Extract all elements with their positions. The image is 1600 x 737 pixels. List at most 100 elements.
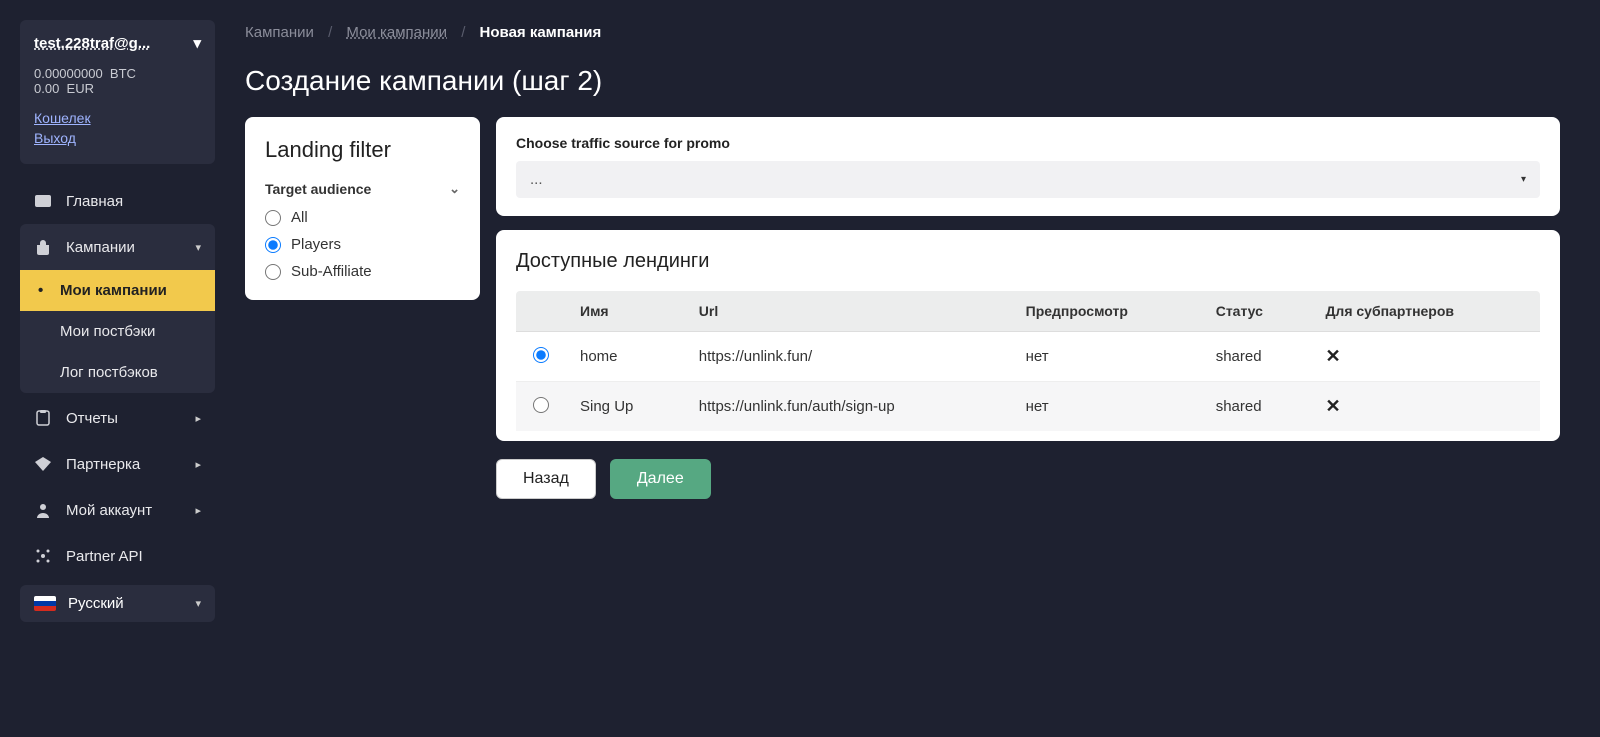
balance-cur-eur: EUR bbox=[67, 81, 94, 96]
nav: Главная Кампании ▾ Мои кампании Мои пост… bbox=[20, 178, 215, 622]
next-button[interactable]: Далее bbox=[610, 459, 711, 499]
audience-radio-group: All Players Sub-Affiliate bbox=[265, 209, 460, 280]
target-audience-toggle[interactable]: Target audience ⌄ bbox=[265, 181, 460, 197]
api-icon bbox=[34, 547, 52, 565]
nav-my-campaigns-label: Мои кампании bbox=[60, 282, 167, 299]
col-select bbox=[516, 291, 566, 332]
balance-amount-eur: 0.00 bbox=[34, 81, 59, 96]
breadcrumb: Кампании / Мои кампании / Новая кампания bbox=[245, 24, 1560, 41]
sidebar: test.228traf@g... ▾ 0.00000000 BTC 0.00 … bbox=[0, 0, 225, 737]
landing-preview: нет bbox=[1012, 382, 1202, 432]
audience-players[interactable]: Players bbox=[265, 236, 460, 253]
chevron-down-icon: ▾ bbox=[193, 34, 201, 52]
user-email: test.228traf@g... bbox=[34, 35, 150, 52]
landing-preview: нет bbox=[1012, 332, 1202, 382]
nav-my-campaigns[interactable]: Мои кампании bbox=[20, 270, 215, 311]
chevron-right-icon: ▸ bbox=[195, 458, 201, 471]
table-row[interactable]: Sing Up https://unlink.fun/auth/sign-up … bbox=[516, 382, 1540, 432]
bag-icon bbox=[34, 238, 52, 256]
wizard-buttons: Назад Далее bbox=[496, 459, 1560, 499]
audience-all-radio[interactable] bbox=[265, 210, 281, 226]
nav-my-postbacks[interactable]: Мои постбэки bbox=[20, 311, 215, 352]
breadcrumb-sep: / bbox=[461, 24, 465, 41]
landing-select-radio[interactable] bbox=[533, 347, 549, 363]
nav-partner[interactable]: Партнерка ▸ bbox=[20, 441, 215, 487]
user-dropdown[interactable]: test.228traf@g... ▾ bbox=[34, 34, 201, 52]
landing-url: https://unlink.fun/ bbox=[685, 332, 1012, 382]
nav-home-label: Главная bbox=[66, 193, 123, 210]
breadcrumb-my-campaigns[interactable]: Мои кампании bbox=[346, 24, 447, 41]
nav-campaigns-label: Кампании bbox=[66, 239, 135, 256]
nav-partner-label: Партнерка bbox=[66, 456, 140, 473]
home-icon bbox=[34, 192, 52, 210]
balance-cur-btc: BTC bbox=[110, 66, 136, 81]
breadcrumb-current: Новая кампания bbox=[480, 24, 602, 41]
landing-select-radio[interactable] bbox=[533, 397, 549, 413]
audience-players-label: Players bbox=[291, 236, 341, 253]
breadcrumb-campaigns[interactable]: Кампании bbox=[245, 24, 314, 41]
nav-postback-log-label: Лог постбэков bbox=[60, 364, 158, 381]
nav-campaigns[interactable]: Кампании ▾ bbox=[20, 224, 215, 270]
nav-reports[interactable]: Отчеты ▸ bbox=[20, 395, 215, 441]
nav-my-postbacks-label: Мои постбэки bbox=[60, 323, 155, 340]
traffic-source-value: ... bbox=[530, 171, 543, 188]
landings-table: Имя Url Предпросмотр Статус Для субпартн… bbox=[516, 291, 1540, 431]
flag-ru-icon bbox=[34, 596, 56, 611]
target-audience-label: Target audience bbox=[265, 181, 371, 197]
breadcrumb-sep: / bbox=[328, 24, 332, 41]
traffic-source-card: Choose traffic source for promo ... ▾ bbox=[496, 117, 1560, 216]
language-selector[interactable]: Русский ▾ bbox=[20, 585, 215, 622]
chevron-down-icon: ▾ bbox=[195, 241, 201, 254]
chevron-right-icon: ▸ bbox=[195, 412, 201, 425]
back-button[interactable]: Назад bbox=[496, 459, 596, 499]
traffic-source-select[interactable]: ... ▾ bbox=[516, 161, 1540, 198]
user-icon bbox=[34, 501, 52, 519]
table-row[interactable]: home https://unlink.fun/ нет shared ✕ bbox=[516, 332, 1540, 382]
audience-subaffiliate[interactable]: Sub-Affiliate bbox=[265, 263, 460, 280]
landings-title: Доступные лендинги bbox=[516, 250, 1540, 273]
col-status: Статус bbox=[1202, 291, 1312, 332]
col-forsub: Для субпартнеров bbox=[1311, 291, 1540, 332]
traffic-source-label: Choose traffic source for promo bbox=[516, 135, 1540, 151]
nav-account-label: Мой аккаунт bbox=[66, 502, 152, 519]
audience-players-radio[interactable] bbox=[265, 237, 281, 253]
close-icon[interactable]: ✕ bbox=[1325, 346, 1340, 366]
user-card: test.228traf@g... ▾ 0.00000000 BTC 0.00 … bbox=[20, 20, 215, 164]
landing-status: shared bbox=[1202, 332, 1312, 382]
landing-name: Sing Up bbox=[566, 382, 685, 432]
audience-all-label: All bbox=[291, 209, 308, 226]
language-label: Русский bbox=[68, 595, 124, 612]
chevron-down-icon: ⌄ bbox=[449, 181, 460, 197]
col-preview: Предпросмотр bbox=[1012, 291, 1202, 332]
wallet-link[interactable]: Кошелек bbox=[34, 110, 201, 126]
audience-subaffiliate-radio[interactable] bbox=[265, 264, 281, 280]
chevron-down-icon: ▾ bbox=[195, 597, 201, 610]
landings-card: Доступные лендинги Имя Url Предпросмотр … bbox=[496, 230, 1560, 441]
nav-partner-api[interactable]: Partner API bbox=[20, 533, 215, 579]
nav-reports-label: Отчеты bbox=[66, 410, 118, 427]
balance-amount-btc: 0.00000000 bbox=[34, 66, 103, 81]
landing-filter-card: Landing filter Target audience ⌄ All Pla… bbox=[245, 117, 480, 300]
landing-status: shared bbox=[1202, 382, 1312, 432]
col-url: Url bbox=[685, 291, 1012, 332]
clipboard-icon bbox=[34, 409, 52, 427]
audience-all[interactable]: All bbox=[265, 209, 460, 226]
logout-link[interactable]: Выход bbox=[34, 130, 201, 146]
nav-partner-api-label: Partner API bbox=[66, 548, 143, 565]
caret-down-icon: ▾ bbox=[1521, 174, 1526, 185]
nav-campaigns-submenu: Мои кампании Мои постбэки Лог постбэков bbox=[20, 270, 215, 393]
balances: 0.00000000 BTC 0.00 EUR bbox=[34, 66, 201, 96]
chevron-right-icon: ▸ bbox=[195, 504, 201, 517]
col-name: Имя bbox=[566, 291, 685, 332]
landing-name: home bbox=[566, 332, 685, 382]
audience-subaffiliate-label: Sub-Affiliate bbox=[291, 263, 372, 280]
nav-postback-log[interactable]: Лог постбэков bbox=[20, 352, 215, 393]
landing-filter-title: Landing filter bbox=[265, 137, 460, 163]
close-icon[interactable]: ✕ bbox=[1325, 396, 1340, 416]
nav-home[interactable]: Главная bbox=[20, 178, 215, 224]
table-header-row: Имя Url Предпросмотр Статус Для субпартн… bbox=[516, 291, 1540, 332]
landing-url: https://unlink.fun/auth/sign-up bbox=[685, 382, 1012, 432]
main: Кампании / Мои кампании / Новая кампания… bbox=[225, 0, 1600, 737]
nav-account[interactable]: Мой аккаунт ▸ bbox=[20, 487, 215, 533]
diamond-icon bbox=[34, 455, 52, 473]
